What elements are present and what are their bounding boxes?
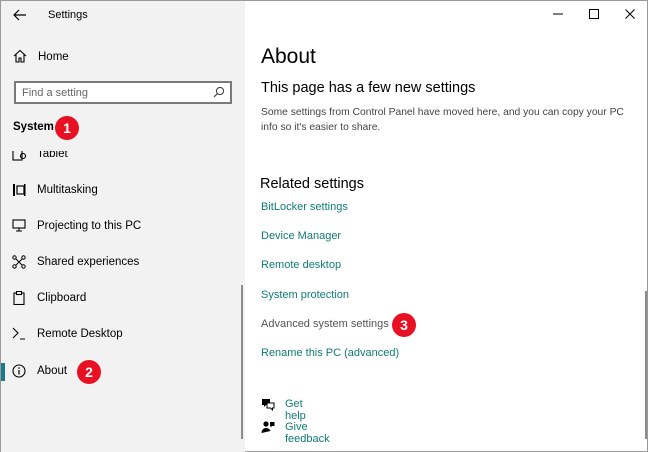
sidebar-item-label: Projecting to this PC xyxy=(37,220,142,232)
info-icon xyxy=(12,364,26,378)
advanced-system-settings-link[interactable]: Advanced system settings xyxy=(261,318,389,330)
search-input[interactable] xyxy=(22,85,202,100)
remote-desktop-link[interactable]: Remote desktop xyxy=(261,259,341,271)
multitasking-icon xyxy=(13,184,26,196)
close-button[interactable] xyxy=(612,1,648,27)
sidebar-item-projecting[interactable]: Projecting to this PC xyxy=(1,213,241,239)
back-button[interactable] xyxy=(9,5,31,25)
tablet-icon xyxy=(12,151,26,161)
sidebar: Settings Home System Tablet xyxy=(1,1,245,452)
clipboard-icon xyxy=(13,291,25,305)
minimize-icon xyxy=(553,13,563,15)
notice-title: This page has a few new settings xyxy=(261,80,476,96)
rename-pc-link[interactable]: Rename this PC (advanced) xyxy=(261,347,399,359)
give-feedback-label: Give feedback xyxy=(285,421,330,445)
close-icon xyxy=(625,9,635,19)
sidebar-item-label: Clipboard xyxy=(37,292,87,304)
title-bar: Settings xyxy=(1,1,245,31)
home-icon xyxy=(13,49,27,63)
notice-text: Some settings from Control Panel have mo… xyxy=(261,107,624,133)
home-label: Home xyxy=(38,51,69,63)
search-box[interactable] xyxy=(14,81,232,104)
section-title-system: System xyxy=(13,121,54,133)
sidebar-scrollbar[interactable] xyxy=(241,285,243,439)
maximize-icon xyxy=(589,9,599,19)
shared-experiences-icon xyxy=(12,255,26,269)
page-title: About xyxy=(261,45,316,68)
related-settings-title: Related settings xyxy=(260,176,364,192)
sidebar-item-tablet[interactable]: Tablet xyxy=(1,151,241,165)
search-icon xyxy=(213,86,225,98)
get-help-label: Get help xyxy=(285,398,306,422)
maximize-button[interactable] xyxy=(576,1,612,27)
remote-desktop-icon xyxy=(12,327,25,340)
feedback-icon xyxy=(261,421,275,433)
main-content: About This page has a few new settings S… xyxy=(245,1,648,452)
device-manager-link[interactable]: Device Manager xyxy=(261,230,341,242)
back-arrow-icon xyxy=(13,9,26,21)
window-controls xyxy=(540,1,648,29)
sidebar-item-label: Multitasking xyxy=(37,184,98,196)
projecting-icon xyxy=(12,219,26,232)
system-protection-link[interactable]: System protection xyxy=(261,289,349,301)
bitlocker-settings-link[interactable]: BitLocker settings xyxy=(261,201,348,213)
content-scrollbar[interactable] xyxy=(645,291,647,439)
get-help-icon xyxy=(262,399,275,411)
sidebar-item-clipboard[interactable]: Clipboard xyxy=(1,285,241,311)
sidebar-item-about[interactable]: About xyxy=(1,358,241,384)
sidebar-item-label: About xyxy=(37,365,68,377)
sidebar-item-multitasking[interactable]: Multitasking xyxy=(1,177,241,203)
sidebar-item-shared-experiences[interactable]: Shared experiences xyxy=(1,249,241,275)
sidebar-item-remote-desktop[interactable]: Remote Desktop xyxy=(1,321,241,347)
home-nav-item[interactable]: Home xyxy=(1,45,245,69)
step-badge-1: 1 xyxy=(55,116,79,140)
settings-window: Settings Home System Tablet xyxy=(0,0,648,452)
step-badge-2: 2 xyxy=(77,360,101,384)
sidebar-item-label: Shared experiences xyxy=(37,256,140,268)
minimize-button[interactable] xyxy=(540,1,576,27)
sidebar-item-label: Tablet xyxy=(37,151,68,160)
app-title: Settings xyxy=(48,9,88,21)
step-badge-3: 3 xyxy=(392,313,416,337)
sidebar-item-label: Remote Desktop xyxy=(37,328,123,340)
